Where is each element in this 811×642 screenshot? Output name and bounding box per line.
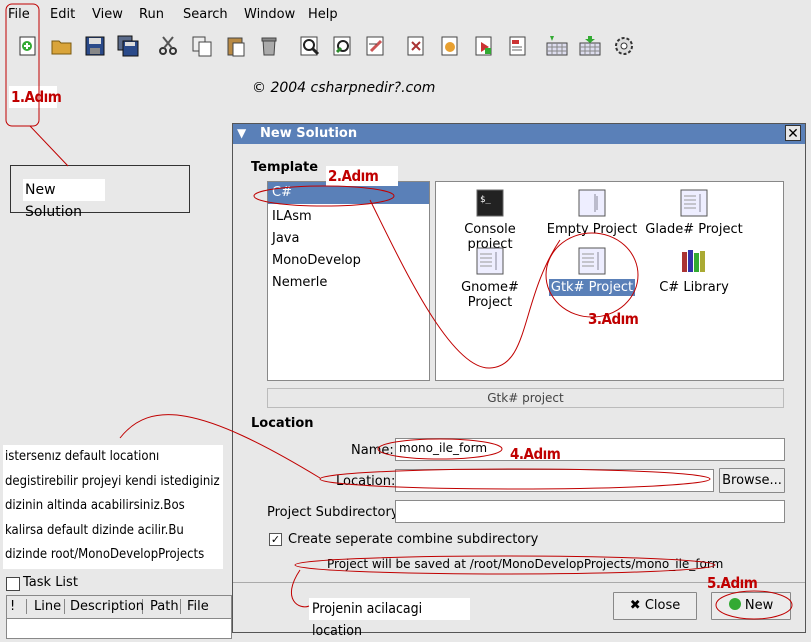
annotation-connector <box>119 414 321 479</box>
annotation-connector <box>290 569 310 608</box>
annotation-name-ellipse <box>377 438 503 460</box>
annotation-savepath-ellipse <box>294 555 716 575</box>
annotation-connector <box>29 125 69 167</box>
annotation-strokes <box>5 3 793 620</box>
annotation-gtk-ellipse <box>545 232 639 318</box>
annotation-connector <box>369 199 561 369</box>
annotation-location-ellipse <box>319 468 711 490</box>
annotation-file-menu-outline <box>5 3 40 127</box>
annotation-csharp-ellipse <box>253 185 395 207</box>
annotation-new-ellipse <box>715 590 793 620</box>
